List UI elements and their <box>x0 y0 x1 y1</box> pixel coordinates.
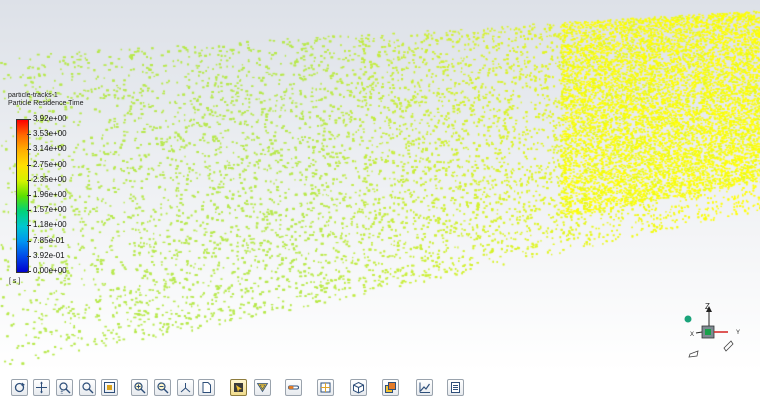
pan-button[interactable] <box>33 379 50 396</box>
legend-tick-label: 1.57e+00 <box>33 205 67 215</box>
graphics-viewport[interactable]: particle-tracks-1 Particle Residence Tim… <box>0 0 760 372</box>
notes-icon <box>451 382 460 393</box>
legend-tick-label: 3.14e+00 <box>33 144 67 154</box>
svg-text:±: ± <box>61 390 64 395</box>
rotate-ccw-arrow[interactable] <box>688 350 699 358</box>
legend-tick-label: 0.00e+00 <box>33 266 67 275</box>
legend-tick-label: 1.18e+00 <box>33 220 67 230</box>
zoom-button[interactable]: ± <box>56 379 73 396</box>
x-axis-line <box>695 331 703 334</box>
mesh-button[interactable] <box>317 379 334 396</box>
zoom-region-icon <box>82 382 94 394</box>
select-probe-icon <box>234 383 243 392</box>
legend-tick-label: 3.53e+00 <box>33 129 67 139</box>
legend-tick-mark <box>27 134 31 136</box>
view-sphere <box>684 315 692 323</box>
mesh-icon <box>320 382 331 393</box>
legend-tick-mark <box>27 149 31 151</box>
colorbar <box>16 119 29 273</box>
legend-tick-label: 1.96e+00 <box>33 190 67 199</box>
legend-tick-mark <box>27 271 31 272</box>
x-axis-label: X <box>690 332 694 338</box>
graphics-toolbar: ± <box>0 372 760 404</box>
axes-view-icon <box>180 383 191 393</box>
zoom-in-icon <box>134 382 146 394</box>
legend-unit: [ s ] <box>9 278 21 285</box>
legend-tick-mark <box>27 195 31 196</box>
select-probe-button[interactable] <box>230 379 247 396</box>
clipping-button[interactable] <box>285 379 302 396</box>
layers-button[interactable] <box>382 379 399 396</box>
legend-title: particle-tracks-1 <box>8 92 58 99</box>
y-axis-label: Y <box>736 330 740 336</box>
filter-icon <box>256 383 269 393</box>
pan-icon <box>36 381 47 394</box>
clipping-icon <box>288 385 299 390</box>
rotate-button[interactable] <box>11 379 28 396</box>
zoom-out-icon <box>157 382 169 394</box>
legend-tick-label: 7.85e-01 <box>33 235 65 245</box>
zoom-icon: ± <box>59 382 71 395</box>
legend-tick-mark <box>27 255 31 257</box>
legend-tick-label: 2.35e+00 <box>33 174 67 184</box>
particle-tracks-render <box>0 0 760 372</box>
rotate-icon <box>14 382 25 393</box>
chart-button[interactable] <box>416 379 433 396</box>
zoom-out-button[interactable] <box>154 379 171 396</box>
legend-quantity: Particle Residence Time <box>8 100 84 107</box>
legend-tick-label: 3.92e+00 <box>33 114 67 123</box>
axis-triad[interactable]: Z Y X <box>676 300 746 362</box>
cube-view-button[interactable] <box>350 379 367 396</box>
document-icon <box>202 382 211 393</box>
layers-icon <box>385 382 396 393</box>
z-axis-label: Z <box>705 302 710 311</box>
fit-to-window-icon <box>104 382 115 393</box>
legend-tick-label: 2.75e+00 <box>33 159 67 169</box>
rotate-cw-arrow[interactable] <box>723 340 734 352</box>
fit-to-window-button[interactable] <box>101 379 118 396</box>
legend-tick-label: 3.92e-01 <box>33 250 65 260</box>
legend-tick-mark <box>27 164 31 166</box>
axes-view-button[interactable] <box>177 379 194 396</box>
color-legend: particle-tracks-1 Particle Residence Tim… <box>8 92 98 292</box>
triad-cube-face <box>705 329 711 335</box>
legend-tick-mark <box>27 119 31 120</box>
notes-button[interactable] <box>447 379 464 396</box>
document-button[interactable] <box>198 379 215 396</box>
legend-tick-mark <box>27 225 31 227</box>
cube-view-icon <box>353 381 364 394</box>
zoom-region-button[interactable] <box>79 379 96 396</box>
legend-tick-mark <box>27 210 31 212</box>
zoom-in-button[interactable] <box>131 379 148 396</box>
chart-icon <box>419 382 430 393</box>
legend-tick-mark <box>27 240 31 242</box>
filter-button[interactable] <box>254 379 271 396</box>
legend-tick-mark <box>27 179 31 181</box>
